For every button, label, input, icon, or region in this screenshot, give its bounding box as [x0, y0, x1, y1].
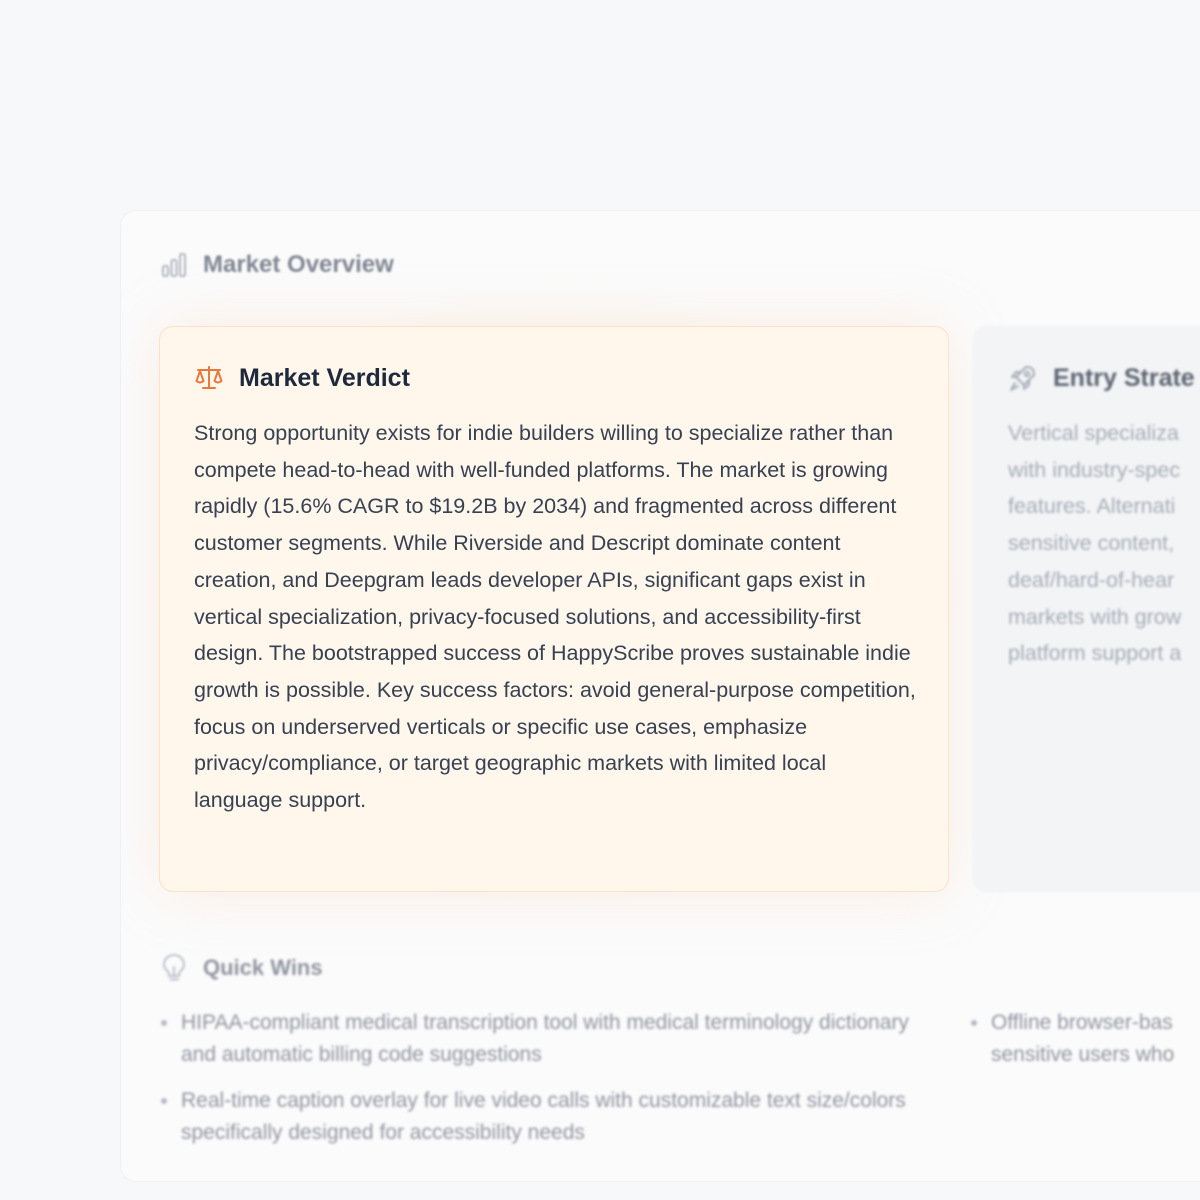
market-overview-panel: Market Overview Market Verdict Strong op… — [120, 210, 1200, 1182]
market-verdict-title: Market Verdict — [239, 363, 410, 392]
entry-strategy-line: sensitive content, — [1008, 531, 1175, 556]
market-verdict-header: Market Verdict — [194, 363, 410, 393]
lightbulb-icon — [163, 954, 185, 981]
entry-strategy-line: deaf/hard-of-hear — [1008, 567, 1175, 592]
list-item: Real-time caption overlay for live video… — [159, 1085, 921, 1149]
entry-strategy-line: Vertical specializa — [1008, 421, 1179, 445]
bar-chart-icon — [162, 253, 186, 277]
quick-wins-title: Quick Wins — [203, 955, 323, 980]
list-item: Offline browser-bas sensitive users who — [969, 1007, 1200, 1071]
entry-strategy-line: with industry-spec — [1008, 457, 1181, 482]
entry-strategy-header: Entry Strate — [1008, 363, 1195, 393]
scale-icon — [195, 366, 223, 389]
entry-strategy-text: Vertical specializa with industry-spec f… — [1008, 415, 1200, 672]
entry-strategy-line: platform support a — [1008, 641, 1182, 666]
rocket-icon — [1010, 366, 1035, 391]
quick-wins-section: Quick Wins HIPAA-compliant medical trans… — [121, 919, 1200, 1181]
entry-strategy-line: features. Alternati — [1008, 494, 1176, 519]
quick-wins-header: Quick Wins — [161, 953, 323, 983]
market-verdict-card: Market Verdict Strong opportunity exists… — [159, 326, 949, 892]
entry-strategy-title: Entry Strate — [1053, 363, 1195, 392]
list-item: HIPAA-compliant medical transcription to… — [159, 1007, 921, 1071]
entry-strategy-line: markets with grow — [1008, 604, 1182, 629]
market-verdict-text: Strong opportunity exists for indie buil… — [194, 421, 916, 813]
market-overview-header: Market Overview — [161, 251, 394, 279]
entry-strategy-card: Entry Strate Vertical specializa with in… — [973, 326, 1200, 892]
market-overview-title: Market Overview — [203, 251, 394, 278]
